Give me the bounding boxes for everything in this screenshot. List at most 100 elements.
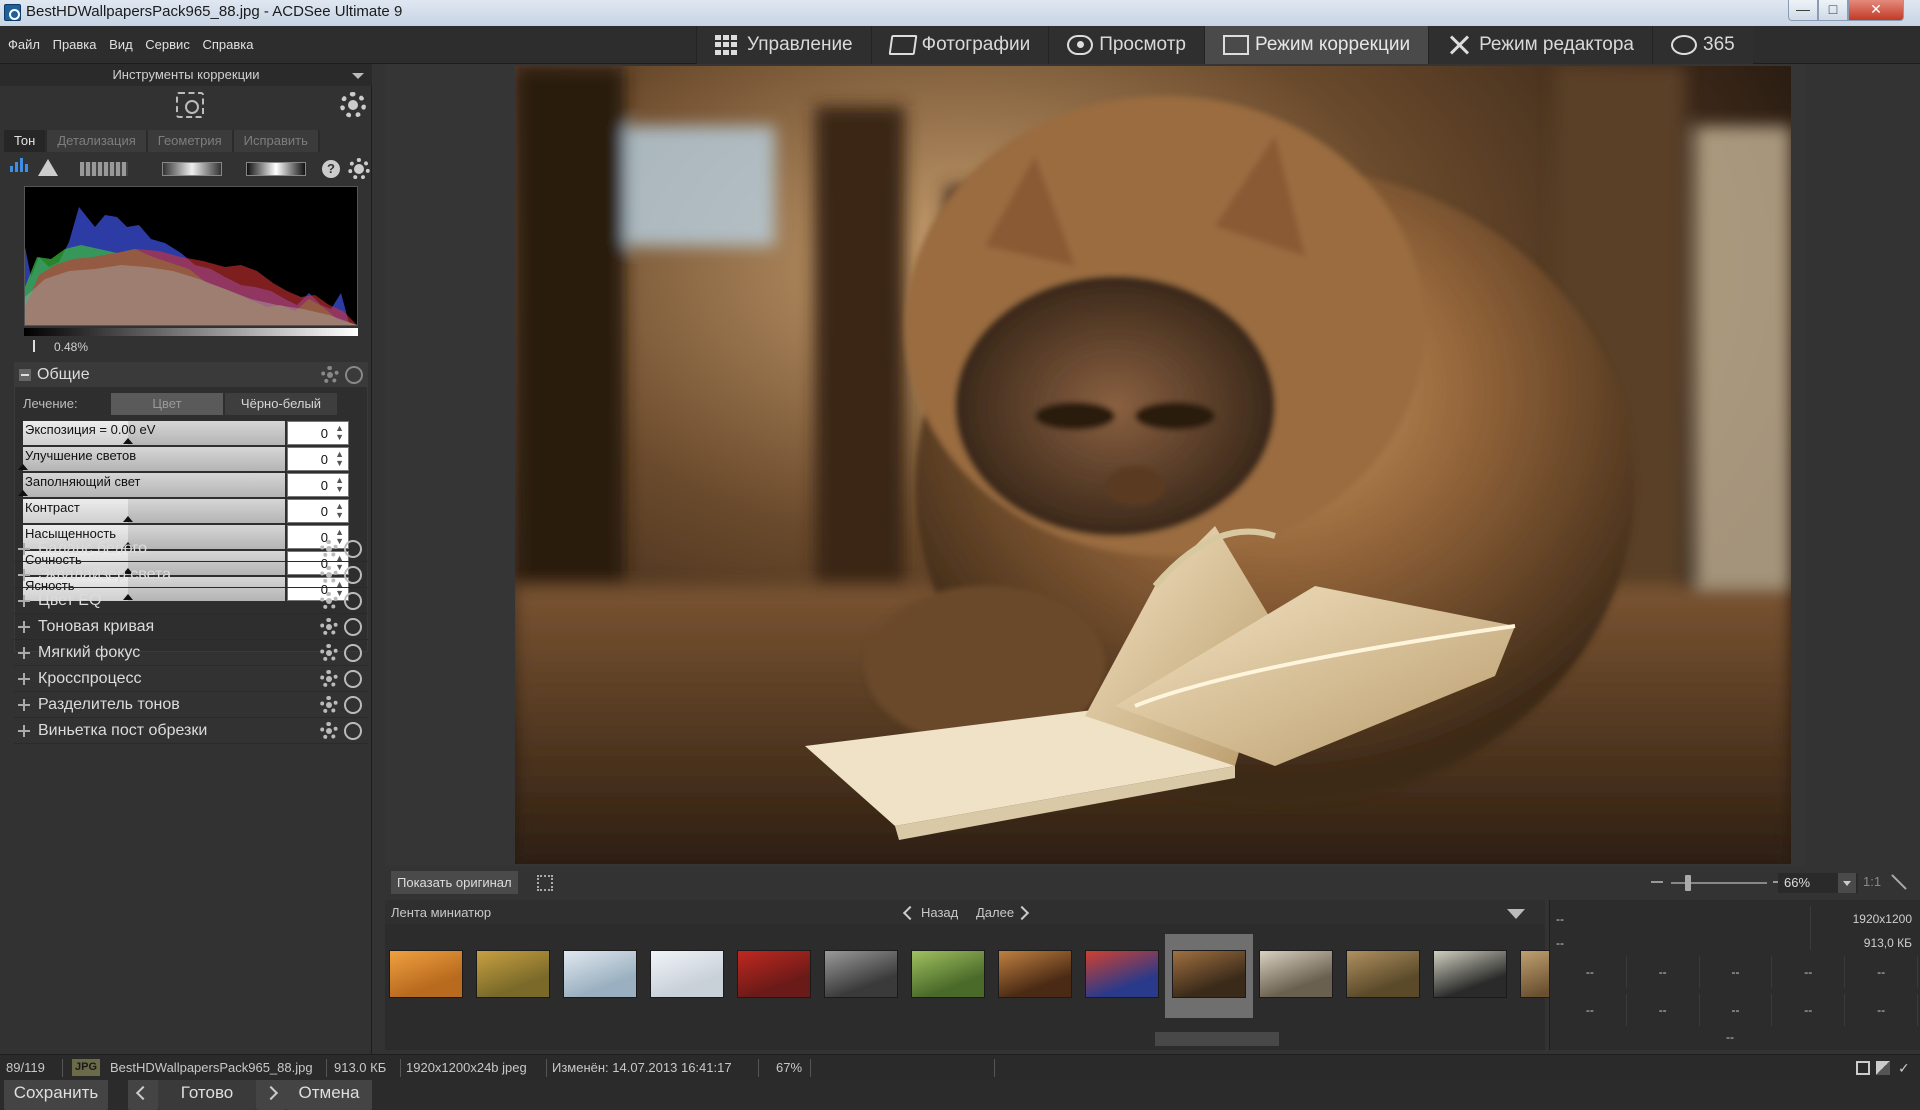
previous-button[interactable] bbox=[128, 1076, 158, 1110]
menu-edit[interactable]: Правка bbox=[53, 37, 97, 52]
filmstrip-thumbnail[interactable] bbox=[998, 950, 1072, 998]
slider-track[interactable]: Улучшение светов bbox=[18, 447, 285, 471]
filmstrip-scrollbar[interactable] bbox=[397, 1032, 1537, 1046]
slider-value-input[interactable]: 0 ▲ ▼ bbox=[287, 421, 349, 445]
maximize-button[interactable]: □ bbox=[1818, 0, 1848, 21]
gear-icon[interactable] bbox=[320, 644, 338, 662]
selection-tool-icon[interactable] bbox=[176, 92, 204, 118]
check-icon[interactable]: ✓ bbox=[1898, 1061, 1912, 1075]
slider-handle[interactable] bbox=[123, 516, 133, 522]
collapse-icon[interactable] bbox=[19, 369, 31, 381]
slider-track[interactable]: Экспозиция = 0.00 eV bbox=[23, 421, 285, 445]
expand-icon[interactable] bbox=[18, 621, 30, 633]
slider-handle[interactable] bbox=[123, 438, 133, 444]
section-header[interactable]: Мягкий фокус bbox=[14, 640, 368, 666]
single-view-icon[interactable] bbox=[1856, 1061, 1870, 1075]
filmstrip-thumbnail[interactable] bbox=[911, 950, 985, 998]
spinner-arrows-icon[interactable]: ▲ ▼ bbox=[335, 450, 344, 468]
tab-geometry[interactable]: Геометрия bbox=[147, 130, 234, 152]
zoom-slider-handle[interactable] bbox=[1685, 875, 1691, 891]
filmstrip-thumbnail[interactable] bbox=[563, 950, 637, 998]
scrollbar-thumb[interactable] bbox=[1155, 1032, 1279, 1046]
menu-tools[interactable]: Сервис bbox=[145, 37, 190, 52]
tab-detail[interactable]: Детализация bbox=[47, 130, 148, 152]
gear-icon[interactable] bbox=[320, 618, 338, 636]
channel-strip-icon[interactable] bbox=[80, 162, 128, 176]
spinner-arrows-icon[interactable]: ▲ ▼ bbox=[335, 424, 344, 442]
mode-edit[interactable]: Режим редактора bbox=[1428, 26, 1653, 64]
adjustment-slider[interactable]: Контраст 0 ▲ ▼ bbox=[23, 499, 349, 523]
expand-icon[interactable] bbox=[18, 543, 30, 555]
panel-header[interactable]: Инструменты коррекции bbox=[0, 64, 372, 86]
clipping-warning-icon[interactable] bbox=[38, 159, 58, 176]
image-viewer[interactable] bbox=[385, 64, 1805, 866]
filmstrip-forward-button[interactable]: Далее bbox=[976, 905, 1014, 920]
gear-icon[interactable] bbox=[320, 540, 338, 558]
show-original-button[interactable]: Показать оригинал bbox=[391, 871, 518, 894]
expand-icon[interactable] bbox=[18, 699, 30, 711]
treatment-color-button[interactable]: Цвет bbox=[111, 393, 223, 415]
mode-photos[interactable]: Фотографии bbox=[870, 26, 1049, 64]
next-button[interactable] bbox=[256, 1076, 286, 1110]
split-view-icon[interactable] bbox=[1876, 1061, 1890, 1075]
section-general-header[interactable]: Общие bbox=[15, 363, 367, 387]
menu-view[interactable]: Вид bbox=[109, 37, 133, 52]
filmstrip-thumbnail[interactable] bbox=[650, 950, 724, 998]
save-button[interactable]: Сохранить bbox=[4, 1076, 108, 1110]
slider-handle[interactable] bbox=[18, 464, 28, 470]
gear-icon[interactable] bbox=[320, 566, 338, 584]
menu-file[interactable]: Файл bbox=[8, 37, 40, 52]
chevron-left-icon[interactable] bbox=[902, 905, 918, 921]
filmstrip-thumbnail[interactable] bbox=[1259, 950, 1333, 998]
help-icon[interactable]: ? bbox=[322, 160, 340, 178]
slider-handle[interactable] bbox=[18, 490, 28, 496]
mode-view[interactable]: Просмотр bbox=[1048, 26, 1204, 64]
filmstrip-thumbnail[interactable] bbox=[1433, 950, 1507, 998]
gear-icon[interactable] bbox=[348, 158, 370, 180]
expand-icon[interactable] bbox=[18, 569, 30, 581]
gear-icon[interactable] bbox=[320, 722, 338, 740]
tab-repair[interactable]: Исправить bbox=[233, 130, 320, 152]
close-button[interactable]: ✕ bbox=[1848, 0, 1904, 21]
reset-circle-icon[interactable] bbox=[344, 618, 362, 636]
section-header[interactable]: Баланс белого bbox=[14, 536, 368, 562]
slider-value-input[interactable]: 0 ▲ ▼ bbox=[287, 473, 349, 497]
tab-tone[interactable]: Тон bbox=[4, 130, 48, 152]
done-button[interactable]: Готово bbox=[158, 1076, 256, 1110]
actual-size-button[interactable]: 1:1 bbox=[1863, 874, 1881, 889]
gear-icon[interactable] bbox=[320, 670, 338, 688]
histogram-icon[interactable] bbox=[10, 156, 32, 178]
reset-circle-icon[interactable] bbox=[344, 722, 362, 740]
collapse-filmstrip-icon[interactable] bbox=[1507, 909, 1525, 919]
cancel-button[interactable]: Отмена bbox=[286, 1076, 372, 1110]
chevron-down-icon[interactable] bbox=[352, 73, 364, 79]
slider-value-input[interactable]: 0 ▲ ▼ bbox=[287, 499, 349, 523]
adjustment-slider[interactable]: Улучшение светов 0 ▲ ▼ bbox=[18, 447, 349, 471]
gradient-preset-icon[interactable] bbox=[246, 162, 306, 176]
treatment-bw-button[interactable]: Чёрно-белый bbox=[225, 393, 337, 415]
fit-to-screen-icon[interactable] bbox=[1891, 874, 1907, 890]
mode-365[interactable]: 365 bbox=[1652, 26, 1753, 64]
gear-icon[interactable] bbox=[320, 696, 338, 714]
filmstrip-thumbnail[interactable] bbox=[737, 950, 811, 998]
minimize-button[interactable]: — bbox=[1788, 0, 1818, 21]
section-header[interactable]: Тоновая кривая bbox=[14, 614, 368, 640]
section-header[interactable]: Разделитель тонов bbox=[14, 692, 368, 718]
expand-icon[interactable] bbox=[18, 725, 30, 737]
chevron-down-icon[interactable] bbox=[1838, 873, 1856, 893]
gradient-preset-icon[interactable] bbox=[162, 162, 222, 176]
filmstrip-back-button[interactable]: Назад bbox=[921, 905, 958, 920]
filmstrip-thumbnail[interactable] bbox=[389, 950, 463, 998]
spinner-arrows-icon[interactable]: ▲ ▼ bbox=[335, 476, 344, 494]
zoom-out-icon[interactable] bbox=[1651, 881, 1663, 883]
mode-manage[interactable]: Управление bbox=[696, 26, 871, 64]
section-header[interactable]: Цвет EQ bbox=[14, 588, 368, 614]
expand-icon[interactable] bbox=[18, 673, 30, 685]
reset-circle-icon[interactable] bbox=[344, 696, 362, 714]
menu-help[interactable]: Справка bbox=[202, 37, 253, 52]
fullscreen-icon[interactable] bbox=[537, 875, 553, 891]
reset-circle-icon[interactable] bbox=[344, 670, 362, 688]
gear-icon[interactable] bbox=[320, 592, 338, 610]
section-header[interactable]: Эквалайзер света bbox=[14, 562, 368, 588]
slider-value-input[interactable]: 0 ▲ ▼ bbox=[287, 447, 349, 471]
